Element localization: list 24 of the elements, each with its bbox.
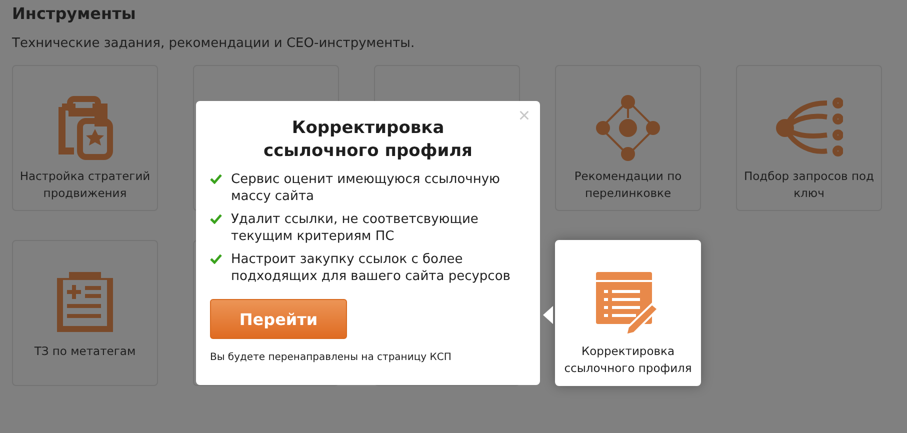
tool-tile[interactable]: Подбор запросов под ключ [736, 65, 882, 211]
tool-tile[interactable]: Корректировка ссылочного профиля [555, 240, 701, 386]
tile-label: Настройка стратегий продвижения [18, 168, 152, 202]
section-subtitle: Технические задания, рекомендации и СЕО-инструменты. [12, 36, 416, 52]
feature-text: Настроит закупку ссылок с более подходящих для вашего сайта ресурсов [231, 251, 512, 285]
clipboard-star-icon [56, 95, 114, 161]
tool-tile[interactable]: Настройка стратегий продвижения [12, 65, 158, 211]
tool-tile[interactable]: Рекомендации по перелинковке [555, 65, 701, 211]
check-icon [210, 214, 222, 224]
check-icon [210, 254, 222, 264]
popup-title: Корректировка ссылочного профиля [262, 117, 474, 163]
tile-label: Рекомендации по перелинковке [573, 168, 683, 202]
check-icon [210, 174, 222, 184]
feature-text: Удалит ссылки, не соответсвующие текущим критериям ПС [231, 211, 480, 245]
go-button[interactable]: Перейти [210, 299, 347, 339]
tile-label: ТЗ по метатегам [33, 343, 137, 360]
tile-label: Корректировка ссылочного профиля [563, 343, 693, 377]
tile-label: Подбор запросов под ключ [742, 168, 876, 202]
redirect-note: Вы будете перенаправлены на страницу КСП [210, 352, 452, 363]
pointer-arrow-icon [543, 306, 553, 324]
section-title: Инструменты [12, 4, 137, 24]
network-diagram-icon [595, 94, 661, 162]
tool-tile[interactable]: ТЗ по метатегам [12, 240, 158, 386]
feature-text: Сервис оценит имеющуюся ссылочную массу сайта [231, 171, 501, 205]
